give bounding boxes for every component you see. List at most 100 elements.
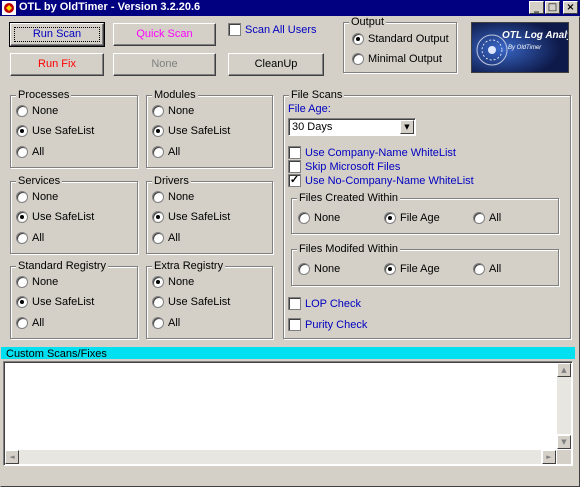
checkbox-box: [288, 318, 301, 331]
modules-legend: Modules: [152, 89, 198, 101]
std-registry-none-radio[interactable]: None: [16, 276, 58, 288]
created-all-radio[interactable]: All: [473, 212, 501, 224]
logo-title: OTL Log Analysis: [502, 30, 568, 41]
std-registry-all-radio[interactable]: All: [16, 317, 44, 329]
otl-app-icon: [2, 1, 16, 15]
none-button-label: None: [151, 58, 178, 70]
processes-none-radio[interactable]: None: [16, 105, 58, 117]
drivers-none-radio[interactable]: None: [152, 191, 194, 203]
output-legend: Output: [349, 16, 387, 28]
run-scan-button[interactable]: Run Scan: [9, 22, 105, 47]
created-none-radio[interactable]: None: [298, 212, 340, 224]
modules-safelist-radio[interactable]: Use SafeList: [152, 125, 230, 137]
quick-scan-button[interactable]: Quick Scan: [113, 23, 216, 46]
processes-safelist-radio[interactable]: Use SafeList: [16, 125, 94, 137]
drivers-safelist-radio[interactable]: Use SafeList: [152, 211, 230, 223]
services-safelist-radio[interactable]: Use SafeList: [16, 211, 94, 223]
radio-dot: [16, 276, 28, 288]
close-button[interactable]: ×: [563, 1, 578, 14]
radio-dot: [152, 146, 164, 158]
std-registry-safelist-radio[interactable]: Use SafeList: [16, 296, 94, 308]
radio-dot: [384, 212, 396, 224]
run-fix-button[interactable]: Run Fix: [10, 53, 104, 76]
cleanup-button[interactable]: CleanUp: [228, 53, 324, 76]
radio-label: File Age: [400, 212, 440, 224]
modified-all-radio[interactable]: All: [473, 263, 501, 275]
radio-label: All: [489, 263, 502, 275]
extra-registry-none-radio[interactable]: None: [152, 276, 194, 288]
modified-none-radio[interactable]: None: [298, 263, 340, 275]
custom-scans-textarea[interactable]: ▲ ▼ ◄ ►: [3, 361, 573, 466]
radio-label: All: [168, 232, 181, 244]
radio-dot: [16, 105, 28, 117]
radio-label: None: [168, 191, 195, 203]
scan-all-users-checkbox[interactable]: Scan All Users: [228, 23, 317, 36]
radio-dot: [152, 105, 164, 117]
scroll-left-icon[interactable]: ◄: [5, 450, 19, 464]
company-whitelist-checkbox[interactable]: Use Company-Name WhiteList: [288, 146, 456, 159]
modified-file-age-radio[interactable]: File Age: [384, 263, 440, 275]
radio-dot: [152, 125, 164, 137]
file-scans-legend: File Scans: [289, 89, 345, 101]
checkbox-box: [288, 160, 301, 173]
services-group: Services None Use SafeList All: [10, 175, 138, 254]
scroll-up-icon[interactable]: ▲: [557, 363, 571, 377]
processes-legend: Processes: [16, 89, 72, 101]
scroll-right-icon[interactable]: ►: [542, 450, 556, 464]
radio-label: None: [32, 276, 59, 288]
files-modified-legend: Files Modifed Within: [297, 243, 401, 255]
services-none-radio[interactable]: None: [16, 191, 58, 203]
radio-dot: [152, 191, 164, 203]
extra-registry-group: Extra Registry None Use SafeList All: [146, 260, 273, 339]
horizontal-scrollbar-track[interactable]: [19, 450, 541, 464]
modules-all-radio[interactable]: All: [152, 146, 180, 158]
created-file-age-radio[interactable]: File Age: [384, 212, 440, 224]
radio-label: All: [489, 212, 502, 224]
maximize-button[interactable]: □: [545, 1, 560, 14]
radio-dot: [298, 263, 310, 275]
processes-all-radio[interactable]: All: [16, 146, 44, 158]
radio-label: None: [168, 105, 195, 117]
skip-microsoft-checkbox[interactable]: Skip Microsoft Files: [288, 160, 400, 173]
radio-label: Use SafeList: [168, 211, 231, 223]
modules-none-radio[interactable]: None: [152, 105, 194, 117]
extra-registry-safelist-radio[interactable]: Use SafeList: [152, 296, 230, 308]
radio-dot: [298, 212, 310, 224]
checkbox-label: Use Company-Name WhiteList: [305, 146, 456, 159]
radio-label: Use SafeList: [32, 125, 95, 137]
drivers-all-radio[interactable]: All: [152, 232, 180, 244]
none-button[interactable]: None: [113, 53, 216, 76]
services-legend: Services: [16, 175, 63, 187]
lop-check-checkbox[interactable]: LOP Check: [288, 297, 361, 310]
radio-dot: [16, 191, 28, 203]
output-minimal-radio[interactable]: Minimal Output: [352, 53, 442, 65]
checkbox-label: LOP Check: [305, 297, 362, 310]
radio-label: None: [314, 263, 341, 275]
extra-registry-all-radio[interactable]: All: [152, 317, 180, 329]
output-standard-radio[interactable]: Standard Output: [352, 33, 449, 45]
radio-dot: [16, 296, 28, 308]
minimize-button[interactable]: _: [529, 1, 544, 14]
services-all-radio[interactable]: All: [16, 232, 44, 244]
radio-label: All: [168, 317, 181, 329]
files-modified-group: Files Modifed Within None File Age All: [291, 243, 559, 286]
files-created-legend: Files Created Within: [297, 192, 401, 204]
chevron-down-icon[interactable]: ▼: [400, 120, 414, 134]
vertical-scrollbar-track[interactable]: [557, 377, 571, 434]
modules-group: Modules None Use SafeList All: [146, 89, 273, 168]
files-created-group: Files Created Within None File Age All: [291, 192, 559, 234]
file-age-value: 30 Days: [292, 121, 333, 133]
radio-label: Use SafeList: [168, 125, 231, 137]
extra-registry-legend: Extra Registry: [152, 260, 226, 272]
radio-dot: [16, 146, 28, 158]
radio-label: None: [314, 212, 341, 224]
title-bar: OTL by OldTimer - Version 3.2.20.6 _ □ ×: [0, 0, 580, 16]
no-company-whitelist-checkbox[interactable]: ✓ Use No-Company-Name WhiteList: [288, 174, 474, 187]
purity-check-checkbox[interactable]: Purity Check: [288, 318, 367, 331]
logo-subtitle: By OldTimer: [508, 45, 542, 51]
scroll-down-icon[interactable]: ▼: [557, 435, 571, 449]
radio-label: All: [32, 317, 45, 329]
radio-dot: [152, 317, 164, 329]
file-age-select[interactable]: 30 Days ▼: [288, 118, 416, 136]
radio-label: None: [168, 276, 195, 288]
